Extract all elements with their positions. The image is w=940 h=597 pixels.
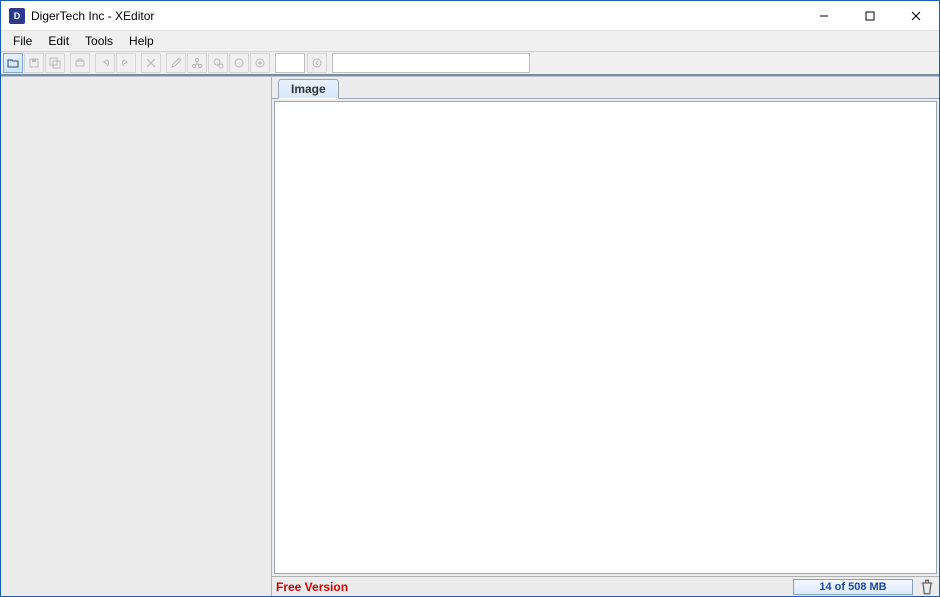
side-panel [1, 77, 272, 596]
minimize-icon [819, 11, 829, 21]
tree-icon [191, 57, 203, 69]
cut-icon [145, 57, 157, 69]
maximize-icon [865, 11, 875, 21]
print-icon [74, 57, 86, 69]
cut-button[interactable] [141, 53, 161, 73]
tabstrip: Image [272, 77, 939, 99]
edit-icon [170, 57, 182, 69]
version-label: Free Version [276, 580, 348, 594]
back-button[interactable] [307, 53, 327, 73]
statusbar: Free Version 14 of 508 MB [272, 576, 939, 596]
save-icon [28, 57, 40, 69]
back-icon [311, 57, 323, 69]
print-button[interactable] [70, 53, 90, 73]
menubar: File Edit Tools Help [1, 31, 939, 51]
menu-file[interactable]: File [5, 32, 40, 50]
right-panel: Image Free Version 14 of 508 MB [272, 77, 939, 596]
tab-image[interactable]: Image [278, 79, 339, 99]
app-icon: D [9, 8, 25, 24]
maximize-button[interactable] [847, 1, 893, 31]
redo-button[interactable] [116, 53, 136, 73]
undo-icon [99, 57, 111, 69]
search-combo[interactable] [332, 53, 530, 73]
menu-edit[interactable]: Edit [40, 32, 77, 50]
save-button[interactable] [24, 53, 44, 73]
close-button[interactable] [893, 1, 939, 31]
find-icon [212, 57, 224, 69]
zoom-combo[interactable] [275, 53, 305, 73]
tree-button[interactable] [187, 53, 207, 73]
main-area: Image Free Version 14 of 508 MB [1, 76, 939, 596]
stop-icon [233, 57, 245, 69]
titlebar: D DigerTech Inc - XEditor [1, 1, 939, 31]
trash-icon [919, 579, 935, 595]
close-icon [911, 11, 921, 21]
edit-button[interactable] [166, 53, 186, 73]
open-icon [7, 57, 19, 69]
trash-button[interactable] [919, 579, 935, 595]
menu-help[interactable]: Help [121, 32, 162, 50]
canvas-wrap [272, 99, 939, 576]
menu-tools[interactable]: Tools [77, 32, 121, 50]
toolbar [1, 51, 939, 76]
stop-button[interactable] [229, 53, 249, 73]
redo-icon [120, 57, 132, 69]
find-button[interactable] [208, 53, 228, 73]
settings-icon [254, 57, 266, 69]
minimize-button[interactable] [801, 1, 847, 31]
search-input[interactable] [333, 54, 529, 72]
open-button[interactable] [3, 53, 23, 73]
window-title: DigerTech Inc - XEditor [31, 9, 154, 23]
image-canvas[interactable] [274, 101, 937, 574]
saveall-icon [49, 57, 61, 69]
zoom-input[interactable] [276, 54, 304, 72]
memory-meter[interactable]: 14 of 508 MB [793, 579, 913, 595]
settings-button[interactable] [250, 53, 270, 73]
undo-button[interactable] [95, 53, 115, 73]
saveall-button[interactable] [45, 53, 65, 73]
